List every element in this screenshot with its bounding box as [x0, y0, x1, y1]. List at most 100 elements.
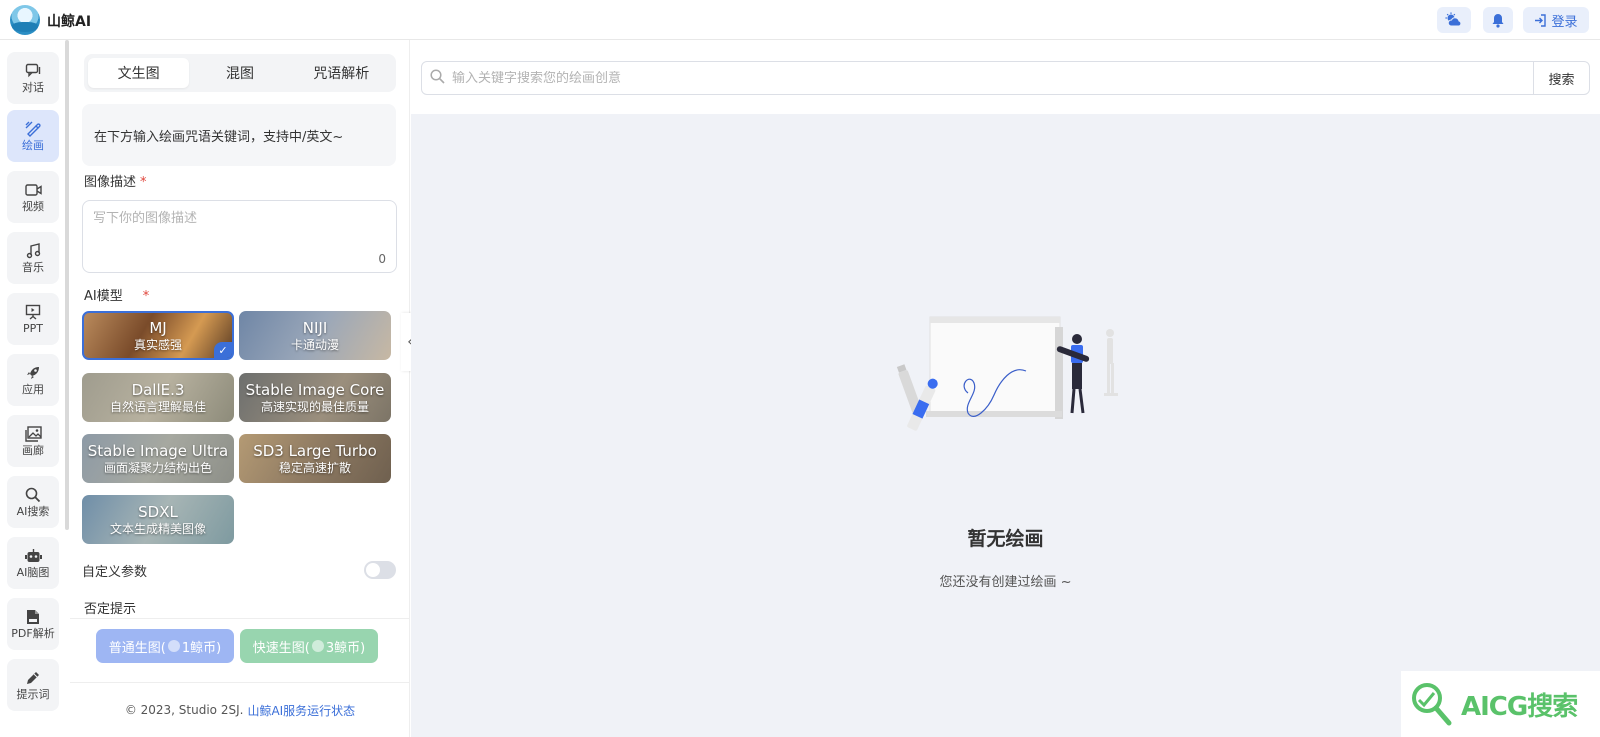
- mode-tabs: 文生图 混图 咒语解析: [84, 54, 396, 92]
- search-button[interactable]: 搜索: [1533, 62, 1589, 94]
- notification-button[interactable]: [1483, 7, 1513, 33]
- char-count: 0: [378, 252, 386, 266]
- coin-icon: [311, 640, 324, 652]
- description-placeholder: 写下你的图像描述: [93, 211, 198, 226]
- model-desc: 稳定高速扩散: [278, 460, 351, 475]
- required-mark: *: [140, 175, 147, 190]
- rail-item-gallery[interactable]: 画廊: [7, 415, 59, 467]
- copyright-text: © 2023, Studio 2SJ.: [124, 703, 244, 717]
- login-button[interactable]: 登录: [1523, 7, 1589, 33]
- search-icon: [422, 68, 452, 88]
- brush-icon: [24, 121, 42, 137]
- rail-label: 绘画: [22, 138, 44, 152]
- custom-params-label: 自定义参数: [82, 564, 148, 580]
- model-card-stable-image-ultra[interactable]: Stable Image Ultra 画面凝聚力结构出色: [82, 434, 234, 483]
- pen-icon: [24, 670, 42, 686]
- model-desc: 卡通动漫: [290, 337, 339, 352]
- tab-text-to-image[interactable]: 文生图: [88, 58, 190, 88]
- main-area: 搜索: [411, 40, 1600, 737]
- model-card-stable-image-core[interactable]: Stable Image Core 高速实现的最佳质量: [239, 373, 391, 422]
- model-name: NIJI: [302, 318, 328, 337]
- rail-item-apps[interactable]: 应用: [7, 354, 59, 406]
- rail-item-pdf[interactable]: PDF解析: [7, 598, 59, 650]
- rail-scrollbar[interactable]: [65, 40, 69, 530]
- drawing-gallery-area: 暂无绘画 您还没有创建过绘画 ~: [411, 114, 1600, 737]
- rail-item-music[interactable]: 音乐: [7, 232, 59, 284]
- negative-prompt-label: 否定提示: [84, 602, 137, 617]
- model-name: MJ: [149, 318, 167, 337]
- rail-item-ai-search[interactable]: AI搜索: [7, 476, 59, 528]
- gallery-icon: [24, 425, 42, 442]
- rail-item-ai-mindmap[interactable]: AI脑图: [7, 537, 59, 589]
- model-desc: 真实感强: [133, 337, 182, 352]
- model-desc: 自然语言理解最佳: [109, 399, 206, 414]
- model-card-niji[interactable]: NIJI 卡通动漫: [239, 311, 391, 360]
- music-icon: [24, 242, 42, 259]
- tab-blend[interactable]: 混图: [189, 58, 290, 88]
- model-desc: 画面凝聚力结构出色: [103, 460, 212, 475]
- coin-icon: [167, 640, 180, 652]
- prompt-hint: 在下方输入绘画咒语关键词，支持中/英文~: [82, 104, 396, 166]
- theme-toggle-button[interactable]: [1437, 7, 1471, 33]
- model-card-dalle3[interactable]: DallE.3 自然语言理解最佳: [82, 373, 234, 422]
- rail-label: PPT: [23, 321, 43, 335]
- rail-label: 音乐: [22, 260, 44, 274]
- bell-icon: [1492, 13, 1504, 28]
- rail-label: 画廊: [22, 443, 44, 457]
- model-card-mj[interactable]: MJ 真实感强 ✓: [82, 311, 234, 360]
- tab-prompt-analysis[interactable]: 咒语解析: [291, 58, 392, 88]
- fast-generate-button[interactable]: 快速生图(3鲸币): [240, 629, 378, 663]
- weather-icon: [1445, 12, 1462, 27]
- rail-label: AI搜索: [16, 504, 50, 518]
- nav-rail: 对话 绘画 视频 音乐 PPT 应用 画廊 AI搜索 AI脑图 PDF解析 提示…: [0, 40, 66, 737]
- required-mark: *: [142, 289, 150, 304]
- watermark-logo: AICG搜索: [1401, 671, 1600, 737]
- rail-label: 应用: [22, 382, 44, 396]
- model-card-sdxl[interactable]: SDXL 文本生成精美图像: [82, 495, 234, 544]
- search-icon: [24, 487, 42, 503]
- magnifier-icon: [1412, 683, 1452, 726]
- model-label: AI模型 *: [84, 289, 150, 304]
- drawing-settings-panel: 文生图 混图 咒语解析 在下方输入绘画咒语关键词，支持中/英文~ 图像描述 * 写…: [70, 40, 410, 737]
- model-card-sd3-large-turbo[interactable]: SD3 Large Turbo 稳定高速扩散: [239, 434, 391, 483]
- rail-label: 提示词: [16, 687, 50, 701]
- generate-bar: 普通生图(1鲸币) 快速生图(3鲸币): [70, 618, 410, 674]
- login-label: 登录: [1551, 14, 1578, 30]
- image-description-field[interactable]: 写下你的图像描述 0: [82, 200, 397, 273]
- rail-item-draw[interactable]: 绘画: [7, 110, 59, 162]
- app-name: 山鲸AI: [47, 14, 92, 30]
- custom-params-toggle[interactable]: [364, 561, 396, 579]
- service-status-link[interactable]: 山鲸AI服务运行状态: [247, 702, 355, 719]
- normal-generate-button[interactable]: 普通生图(1鲸币): [96, 629, 234, 663]
- model-name: DallE.3: [131, 380, 185, 399]
- rocket-icon: [24, 365, 42, 381]
- presentation-icon: [24, 304, 42, 320]
- rail-label: 视频: [22, 199, 44, 213]
- chat-icon: [24, 63, 42, 79]
- description-label: 图像描述 *: [84, 175, 147, 190]
- panel-footer: © 2023, Studio 2SJ. 山鲸AI服务运行状态: [70, 682, 410, 737]
- robot-icon: [24, 548, 42, 564]
- custom-params-row: 自定义参数: [82, 560, 396, 580]
- rail-label: AI脑图: [16, 565, 50, 579]
- pdf-icon: [24, 609, 42, 625]
- watermark-text: AICG搜索: [1461, 691, 1578, 722]
- app-logo[interactable]: [10, 5, 40, 35]
- rail-item-chat[interactable]: 对话: [7, 52, 59, 104]
- empty-state-title: 暂无绘画: [967, 528, 1044, 550]
- model-name: Stable Image Ultra: [87, 441, 229, 460]
- rail-item-ppt[interactable]: PPT: [7, 293, 59, 345]
- rail-label: PDF解析: [11, 626, 55, 640]
- check-icon: ✓: [214, 342, 232, 358]
- login-icon: [1535, 13, 1547, 27]
- model-name: Stable Image Core: [245, 380, 385, 399]
- search-input[interactable]: [452, 70, 1533, 86]
- rail-item-video[interactable]: 视频: [7, 171, 59, 223]
- model-desc: 文本生成精美图像: [109, 521, 206, 536]
- model-desc: 高速实现的最佳质量: [260, 399, 369, 414]
- empty-state-illustration: [896, 316, 1118, 431]
- rail-item-prompts[interactable]: 提示词: [7, 659, 59, 711]
- video-icon: [24, 182, 42, 198]
- rail-label: 对话: [22, 80, 44, 94]
- top-bar: 山鲸AI 登录: [0, 0, 1600, 40]
